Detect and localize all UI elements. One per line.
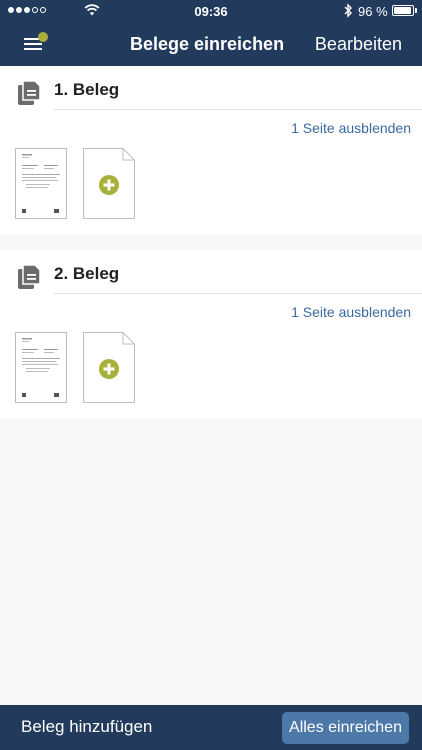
hamburger-icon-line xyxy=(24,48,42,50)
battery-level-fill xyxy=(394,7,412,14)
divider xyxy=(54,109,422,110)
bottom-toolbar: Beleg hinzufügen Alles einreichen xyxy=(0,705,422,750)
blank-page-icon xyxy=(83,332,135,403)
page-title: Belege einreichen xyxy=(130,34,285,54)
receipt-thumbnail-image xyxy=(22,154,60,213)
documents-icon xyxy=(18,80,41,105)
edit-button[interactable]: Bearbeiten xyxy=(315,34,402,55)
hide-pages-link[interactable]: 1 Seite ausblenden xyxy=(291,120,411,136)
top-bar: 09:36 96 % Belege einreichen Bearbeiten xyxy=(0,0,422,66)
receipt-page-thumbnail[interactable] xyxy=(15,148,67,219)
blank-page-icon xyxy=(83,148,135,219)
hide-pages-link[interactable]: 1 Seite ausblenden xyxy=(291,304,411,320)
submit-all-button[interactable]: Alles einreichen xyxy=(282,712,409,744)
hamburger-icon-line xyxy=(24,43,42,45)
menu-button[interactable] xyxy=(18,30,50,58)
battery-icon xyxy=(392,5,414,16)
battery-percentage: 96 % xyxy=(358,4,388,19)
notification-badge xyxy=(38,32,48,42)
bluetooth-icon xyxy=(344,3,352,18)
add-receipt-button[interactable]: Beleg hinzufügen xyxy=(21,717,152,737)
receipt-title: 2. Beleg xyxy=(54,264,120,283)
divider xyxy=(54,293,422,294)
add-page-button[interactable] xyxy=(83,332,135,403)
status-bar: 09:36 96 % xyxy=(0,0,422,22)
receipt-title: 1. Beleg xyxy=(54,80,120,99)
receipt-card: 2. Beleg 1 Seite ausblenden xyxy=(0,250,422,419)
battery-cap xyxy=(415,8,417,13)
receipt-card: 1. Beleg 1 Seite ausblenden xyxy=(0,66,422,235)
receipt-page-thumbnail[interactable] xyxy=(15,332,67,403)
add-page-button[interactable] xyxy=(83,148,135,219)
receipt-thumbnail-image xyxy=(22,338,60,397)
documents-icon xyxy=(18,264,41,289)
